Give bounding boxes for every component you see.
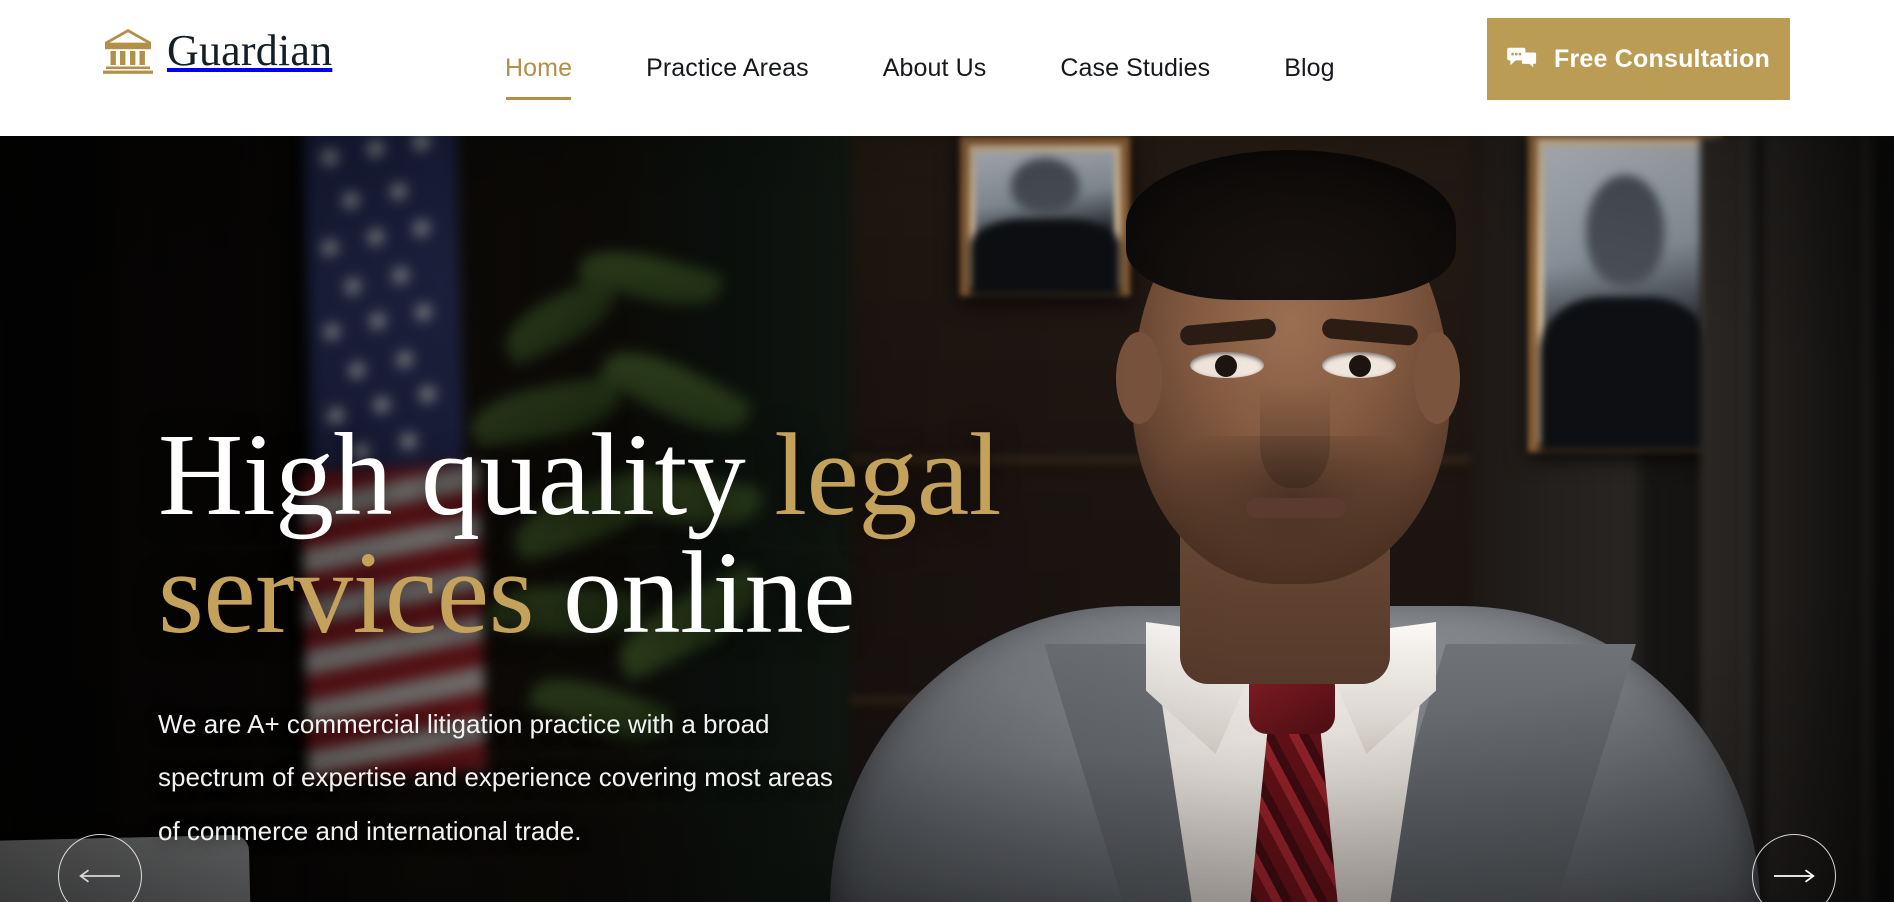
- main-navigation: Home Practice Areas About Us Case Studie…: [505, 0, 1335, 136]
- hero-title-gold-2: services: [158, 527, 535, 658]
- hero-content: High quality legal services online We ar…: [158, 416, 1158, 858]
- page-root: Guardian Home Practice Areas About Us Ca…: [0, 0, 1894, 902]
- hero-subtitle: We are A+ commercial litigation practice…: [158, 709, 833, 846]
- hero-title: High quality legal services online: [158, 416, 1158, 652]
- site-header: Guardian Home Practice Areas About Us Ca…: [0, 0, 1894, 136]
- nav-item-case-studies[interactable]: Case Studies: [1060, 54, 1210, 83]
- hero-title-line2: services online: [158, 527, 855, 658]
- nav-item-home[interactable]: Home: [505, 54, 572, 100]
- brand-logo[interactable]: Guardian: [103, 28, 332, 74]
- courthouse-icon: [103, 29, 153, 74]
- hero-slider: High quality legal services online We ar…: [0, 136, 1894, 902]
- nav-item-practice-areas[interactable]: Practice Areas: [646, 54, 809, 83]
- nav-item-about-us[interactable]: About Us: [883, 54, 987, 83]
- hero-title-gold-1: legal: [774, 409, 1002, 540]
- brand-name: Guardian: [167, 26, 333, 75]
- chat-bubbles-icon: [1507, 47, 1537, 68]
- arrow-right-icon: [1774, 869, 1815, 883]
- free-consultation-button[interactable]: Free Consultation: [1487, 18, 1790, 100]
- hero-title-text-1: High quality: [158, 409, 775, 540]
- arrow-left-icon: [79, 869, 120, 883]
- free-consultation-label: Free Consultation: [1554, 44, 1770, 73]
- hero-title-line1: High quality legal: [158, 409, 1002, 540]
- nav-item-blog[interactable]: Blog: [1284, 54, 1334, 83]
- hero-title-text-2: online: [534, 527, 855, 658]
